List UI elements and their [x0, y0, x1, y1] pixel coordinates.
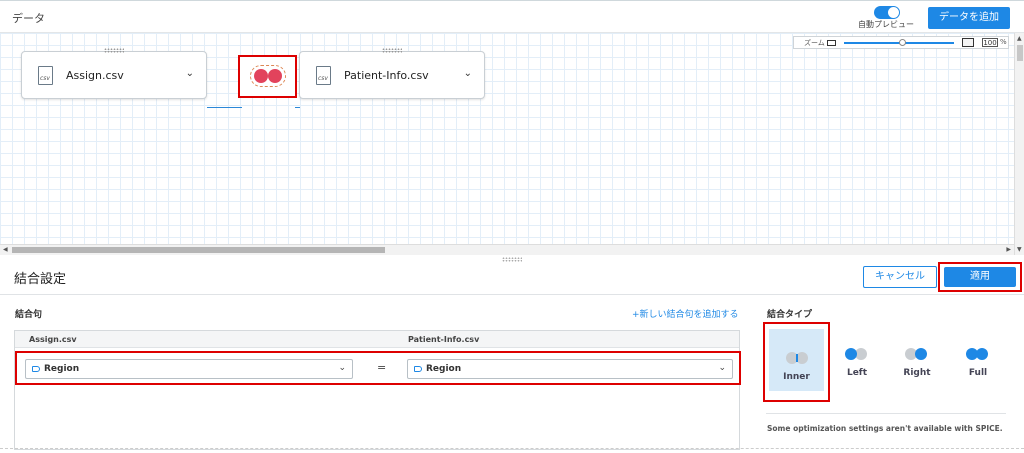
- apply-button-highlight: 適用: [938, 262, 1022, 292]
- divider: [766, 413, 1006, 414]
- apply-button[interactable]: 適用: [944, 267, 1016, 287]
- scroll-right-icon[interactable]: ▶: [1006, 246, 1011, 253]
- join-type-title: 結合タイプ: [767, 310, 813, 320]
- csv-file-icon: csv: [316, 66, 331, 85]
- add-data-button[interactable]: データを追加: [928, 7, 1010, 29]
- join-operator: =: [377, 361, 387, 374]
- data-title: データ: [12, 12, 45, 25]
- join-clause-row: Region ⌄ = Region ⌄: [15, 351, 741, 385]
- divider: [0, 448, 1024, 453]
- scroll-up-icon[interactable]: ▲: [1017, 35, 1022, 42]
- chevron-down-icon[interactable]: ⌄: [338, 363, 346, 373]
- join-clause-table: Assign.csv Patient-Info.csv Region ⌄ = R…: [14, 330, 741, 450]
- join-connector-left: [207, 107, 242, 108]
- field-tag-icon: [414, 366, 422, 372]
- join-type-left[interactable]: Left: [829, 330, 885, 390]
- chevron-down-icon[interactable]: ⌄: [186, 68, 194, 79]
- drag-grip-icon[interactable]: [382, 48, 402, 53]
- join-type-full[interactable]: Full: [950, 330, 1006, 390]
- inner-join-icon[interactable]: [250, 65, 286, 87]
- scroll-down-icon[interactable]: ▼: [1017, 246, 1022, 253]
- intersection-mark: [796, 354, 798, 362]
- dataset-card-assign[interactable]: csv Assign.csv ⌄: [21, 48, 207, 99]
- join-type-label: Full: [968, 368, 988, 378]
- join-type-inner-highlight: Inner: [763, 322, 830, 402]
- dataset-name: Assign.csv: [66, 69, 124, 82]
- scroll-thumb[interactable]: [12, 247, 385, 253]
- join-type-label: Inner: [783, 372, 810, 382]
- join-settings-title: 結合設定: [14, 272, 67, 287]
- data-prep-canvas[interactable]: ズーム 100 % csv Assign.csv ⌄ csv Patient-I…: [0, 33, 1014, 244]
- join-circle-right: [268, 69, 282, 83]
- right-field-select[interactable]: Region ⌄: [407, 359, 733, 379]
- cancel-button[interactable]: キャンセル: [863, 266, 937, 288]
- zoom-label: ズーム: [804, 39, 825, 47]
- chevron-down-icon[interactable]: ⌄: [464, 68, 472, 79]
- chevron-down-icon[interactable]: ⌄: [718, 363, 726, 373]
- clause-table-header: Assign.csv Patient-Info.csv: [15, 331, 739, 348]
- horizontal-scrollbar[interactable]: ◀ ▶: [0, 244, 1014, 255]
- join-circle-left: [254, 69, 268, 83]
- join-type-label: Right: [903, 368, 931, 378]
- circle-left: [845, 348, 857, 360]
- spice-note: Some optimization settings aren't availa…: [767, 424, 1003, 433]
- vertical-scrollbar[interactable]: ▲ ▼: [1014, 33, 1024, 255]
- left-dataset-column: Assign.csv: [29, 335, 77, 344]
- zoom-value[interactable]: 100: [982, 38, 998, 47]
- auto-preview-label: 自動プレビュー: [858, 20, 914, 29]
- left-field-value: Region: [44, 364, 80, 374]
- inner-join-type-icon: [786, 352, 810, 364]
- right-join-type-icon: [905, 348, 931, 360]
- csv-file-icon: csv: [38, 66, 53, 85]
- join-type-right[interactable]: Right: [889, 330, 945, 390]
- circle-right: [915, 348, 927, 360]
- full-join-type-icon: [966, 348, 992, 360]
- zoom-unit: %: [1000, 38, 1007, 46]
- scroll-thumb[interactable]: [1017, 45, 1023, 61]
- circle-right: [976, 348, 988, 360]
- auto-preview-toggle[interactable]: [874, 6, 900, 19]
- join-settings-header: 結合設定 キャンセル 適用: [0, 262, 1024, 295]
- zoom-out-icon[interactable]: [827, 40, 836, 46]
- field-tag-icon: [32, 366, 40, 372]
- right-field-value: Region: [426, 364, 462, 374]
- zoom-control: ズーム 100 %: [793, 36, 1009, 49]
- drag-grip-icon[interactable]: [104, 48, 124, 53]
- join-icon-highlight: [238, 55, 297, 98]
- join-connector-right: [295, 107, 300, 108]
- toggle-knob: [888, 7, 899, 18]
- join-type-label: Left: [846, 368, 868, 378]
- data-header: データ 自動プレビュー データを追加: [0, 0, 1024, 33]
- join-type-inner[interactable]: Inner: [769, 329, 824, 391]
- dataset-name: Patient-Info.csv: [344, 69, 429, 82]
- left-join-type-icon: [845, 348, 871, 360]
- zoom-fit-icon[interactable]: [962, 38, 974, 47]
- scroll-left-icon[interactable]: ◀: [3, 246, 8, 253]
- dataset-card-patient-info[interactable]: csv Patient-Info.csv ⌄: [299, 48, 485, 99]
- right-dataset-column: Patient-Info.csv: [408, 335, 480, 344]
- join-clauses-title: 結合句: [15, 310, 43, 320]
- left-field-select[interactable]: Region ⌄: [25, 359, 353, 379]
- file-type-label: csv: [318, 75, 328, 82]
- add-join-clause-link[interactable]: +新しい結合句を追加する: [632, 307, 739, 320]
- zoom-slider-handle[interactable]: [899, 39, 906, 46]
- file-type-label: csv: [40, 75, 50, 82]
